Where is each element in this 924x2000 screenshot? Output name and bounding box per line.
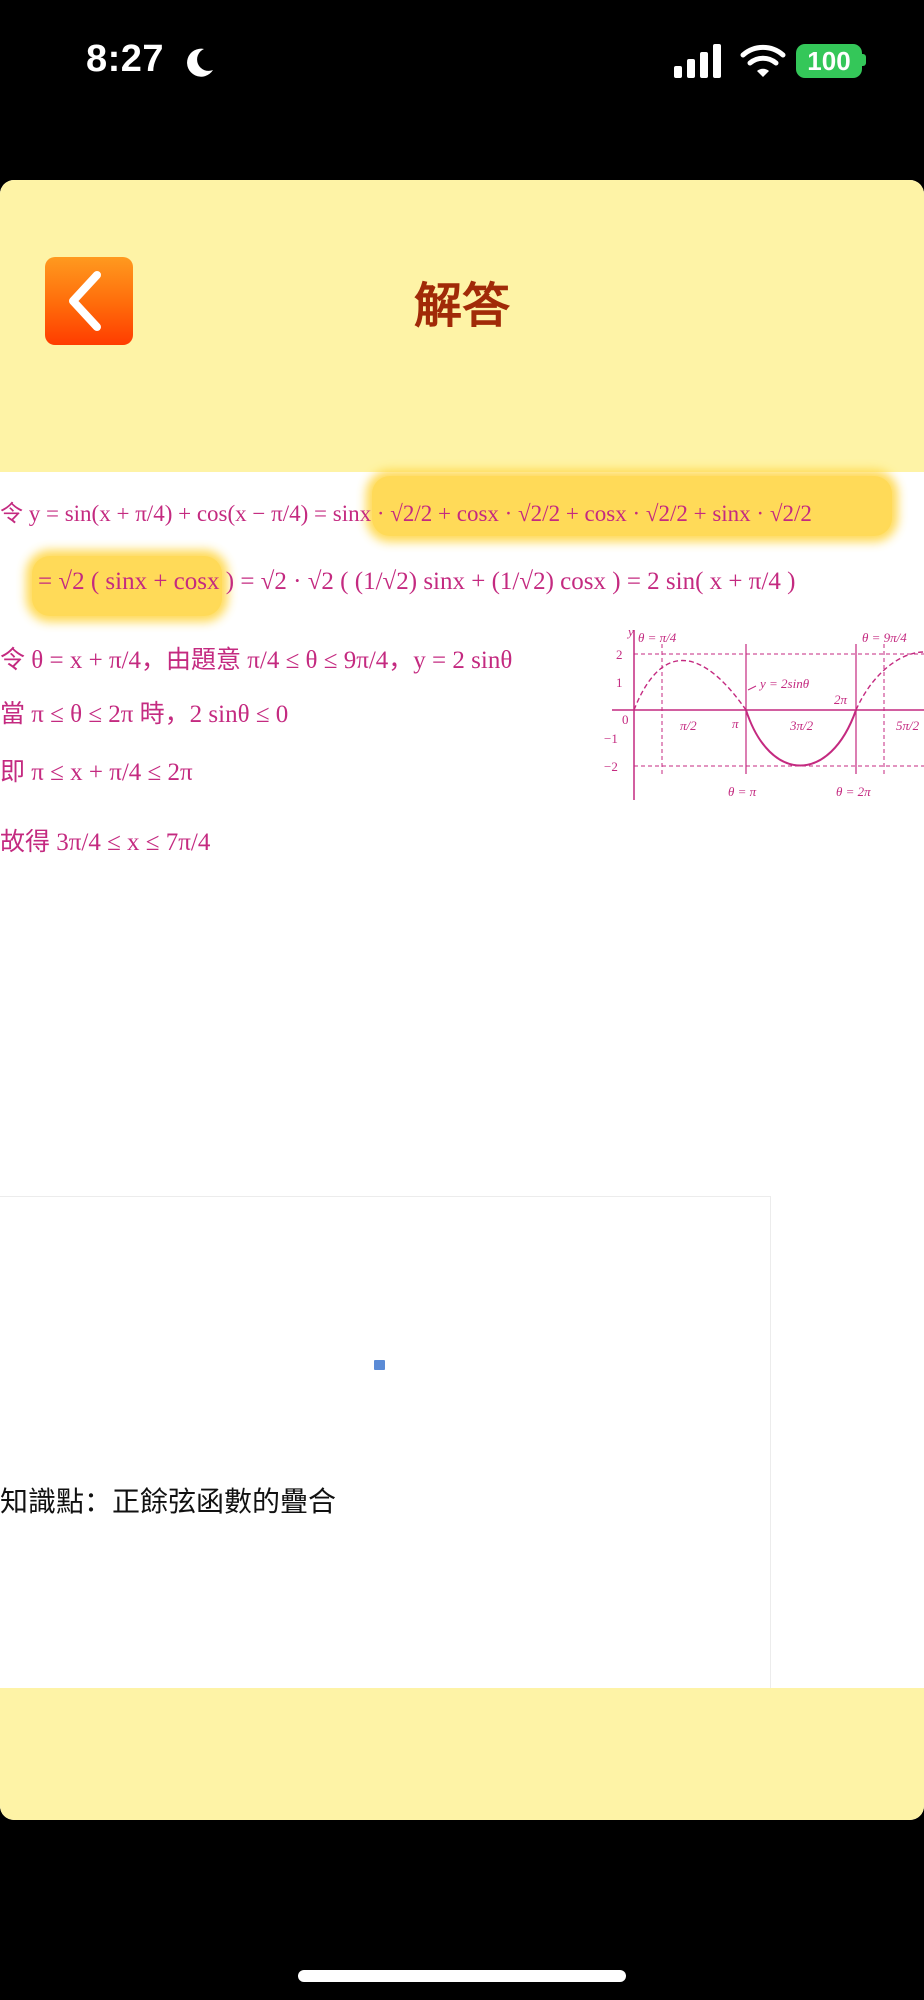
solution-line-5-expr: π ≤ x + π/4 ≤ 2π [31,759,193,786]
knowledge-point: 知識點：正餘弦函數的疊合 [0,1485,337,1518]
solution-line-1-lead: 令 [0,501,23,526]
wifi-icon [740,44,786,77]
graph-y-tick: 1 [616,675,623,690]
sine-graph: y θ = π/4 θ = 9π/4 y = 2sinθ θ = π θ = 2… [604,624,924,800]
solution-line-4-lead: 當 [0,701,26,728]
solution-line-2: = √2 ( sinx + cosx ) = √2 · √2 ( (1/√2) … [38,568,796,595]
footer-bar [0,1688,924,1820]
graph-x-tick: π [732,716,739,731]
solution-line-6: 故得 3π/4 ≤ x ≤ 7π/4 [0,822,210,858]
graph-y-tick: 2 [616,647,623,662]
solution-line-3-expr: θ = x + π/4，由題意 π/4 ≤ θ ≤ 9π/4，y = 2 sin… [31,647,513,674]
solution-line-4-expr: π ≤ θ ≤ 2π 時，2 sinθ ≤ 0 [31,701,289,728]
image-placeholder-icon [374,1360,385,1370]
answer-card: 解答 令 y = sin(x + π/4) + cos(x − π/4) = s… [0,180,924,1820]
solution-line-6-lead: 故得 [0,829,51,856]
solution-line-6-expr: 3π/4 ≤ x ≤ 7π/4 [56,829,211,856]
solution-line-5: 即 π ≤ x + π/4 ≤ 2π [0,752,193,788]
graph-x-tick: 3π/2 [789,718,814,733]
battery-indicator: 100 [796,44,862,78]
solution-line-1-expr: y = sin(x + π/4) + cos(x − π/4) = sinx ·… [28,501,812,526]
cellular-signal-icon [674,44,721,78]
graph-y-tick: −2 [604,759,618,774]
graph-x-tick: 2π [834,692,848,707]
graph-curve-label: y = 2sinθ [758,676,810,691]
moon-icon [187,48,213,77]
graph-theta-top-left: θ = π/4 [638,630,677,645]
graph-y-tick: −1 [604,731,618,746]
home-indicator[interactable] [298,1970,626,1982]
graph-x-tick: 5π/2 [896,718,920,733]
graph-theta-bottom-left: θ = π [728,784,757,799]
solution-content: 令 y = sin(x + π/4) + cos(x − π/4) = sinx… [0,472,924,1820]
header-bar: 解答 [0,180,924,472]
solution-line-3: 令 θ = x + π/4，由題意 π/4 ≤ θ ≤ 9π/4，y = 2 s… [0,640,512,676]
solution-line-5-lead: 即 [0,759,26,786]
solution-line-4: 當 π ≤ θ ≤ 2π 時，2 sinθ ≤ 0 [0,694,288,730]
graph-theta-bottom-right: θ = 2π [836,784,871,799]
solution-line-1: 令 y = sin(x + π/4) + cos(x − π/4) = sinx… [0,494,812,528]
graph-x-tick: π/2 [680,718,697,733]
graph-theta-top-right: θ = 9π/4 [862,630,907,645]
status-time: 8:27 [86,38,165,80]
page-title: 解答 [413,278,510,334]
graph-y-tick: 0 [622,712,629,727]
battery-nub [862,54,866,66]
graph-y-axis-label: y [626,624,634,639]
solution-line-3-lead: 令 [0,647,26,674]
